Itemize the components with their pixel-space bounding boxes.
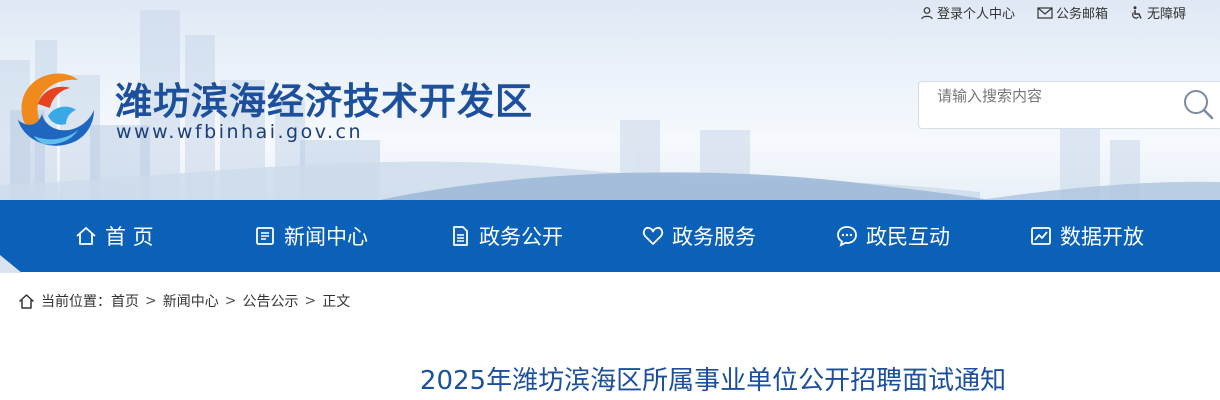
search-input[interactable] bbox=[937, 84, 1167, 108]
login-link[interactable]: 登录个人中心 bbox=[920, 3, 1015, 22]
nav-news[interactable]: 新闻中心 bbox=[254, 200, 368, 272]
site-logo bbox=[18, 73, 94, 146]
mail-link[interactable]: 公务邮箱 bbox=[1037, 3, 1108, 22]
site-title: 潍坊滨海经济技术开发区 bbox=[115, 80, 533, 123]
chart-icon bbox=[1031, 227, 1051, 245]
accessibility-icon bbox=[1132, 5, 1142, 19]
chat-icon bbox=[837, 226, 857, 247]
nav-open-data-label: 数据开放 bbox=[1060, 225, 1144, 249]
site-url: www.wfbinhai.gov.cn bbox=[116, 121, 364, 143]
user-icon bbox=[921, 6, 933, 19]
nav-home[interactable]: 首 页 bbox=[75, 200, 154, 272]
nav-interaction[interactable]: 政民互动 bbox=[836, 200, 950, 272]
breadcrumb-separator: > bbox=[304, 293, 317, 309]
search-icon[interactable] bbox=[1181, 87, 1215, 121]
breadcrumb-current: 正文 bbox=[322, 294, 351, 310]
nav-gov-services[interactable]: 政务服务 bbox=[642, 200, 756, 272]
breadcrumb-prefix: 当前位置： bbox=[41, 294, 111, 310]
mail-link-label: 公务邮箱 bbox=[1055, 7, 1108, 22]
search-box bbox=[918, 81, 1220, 129]
nav-gov-services-label: 政务服务 bbox=[672, 225, 756, 249]
breadcrumb-news[interactable]: 新闻中心 bbox=[163, 291, 219, 311]
breadcrumb-separator: > bbox=[145, 293, 157, 309]
nav-gov-affairs-label: 政务公开 bbox=[479, 225, 563, 249]
login-link-label: 登录个人中心 bbox=[936, 7, 1015, 22]
home-icon bbox=[18, 293, 35, 309]
nav-home-label: 首 页 bbox=[105, 225, 154, 249]
breadcrumb-notices[interactable]: 公告公示 bbox=[242, 291, 298, 311]
mail-icon bbox=[1037, 6, 1053, 19]
nav-gov-affairs[interactable]: 政务公开 bbox=[449, 200, 563, 272]
breadcrumb-home[interactable]: 首页 bbox=[111, 291, 139, 311]
nav-open-data[interactable]: 数据开放 bbox=[1030, 200, 1144, 272]
newspaper-icon bbox=[256, 227, 274, 245]
top-links: 登录个人中心 公务邮箱 无障碍 bbox=[920, 3, 1186, 22]
breadcrumb: 当前位置： 首页 > 新闻中心 > 公告公示 > 正文 bbox=[18, 291, 350, 311]
document-icon bbox=[453, 226, 468, 246]
nav-news-label: 新闻中心 bbox=[284, 225, 368, 249]
site-header: 登录个人中心 公务邮箱 无障碍 潍坊滨海经济技术开发区 www.wfbinhai… bbox=[0, 0, 1220, 200]
accessibility-link[interactable]: 无障碍 bbox=[1130, 3, 1186, 22]
article-title: 2025年潍坊滨海区所属事业单位公开招聘面试通知 bbox=[419, 366, 1007, 396]
breadcrumb-separator: > bbox=[224, 293, 237, 309]
home-icon bbox=[76, 227, 96, 245]
accessibility-link-label: 无障碍 bbox=[1146, 7, 1186, 22]
nav-interaction-label: 政民互动 bbox=[866, 225, 950, 249]
heart-icon bbox=[642, 226, 664, 245]
